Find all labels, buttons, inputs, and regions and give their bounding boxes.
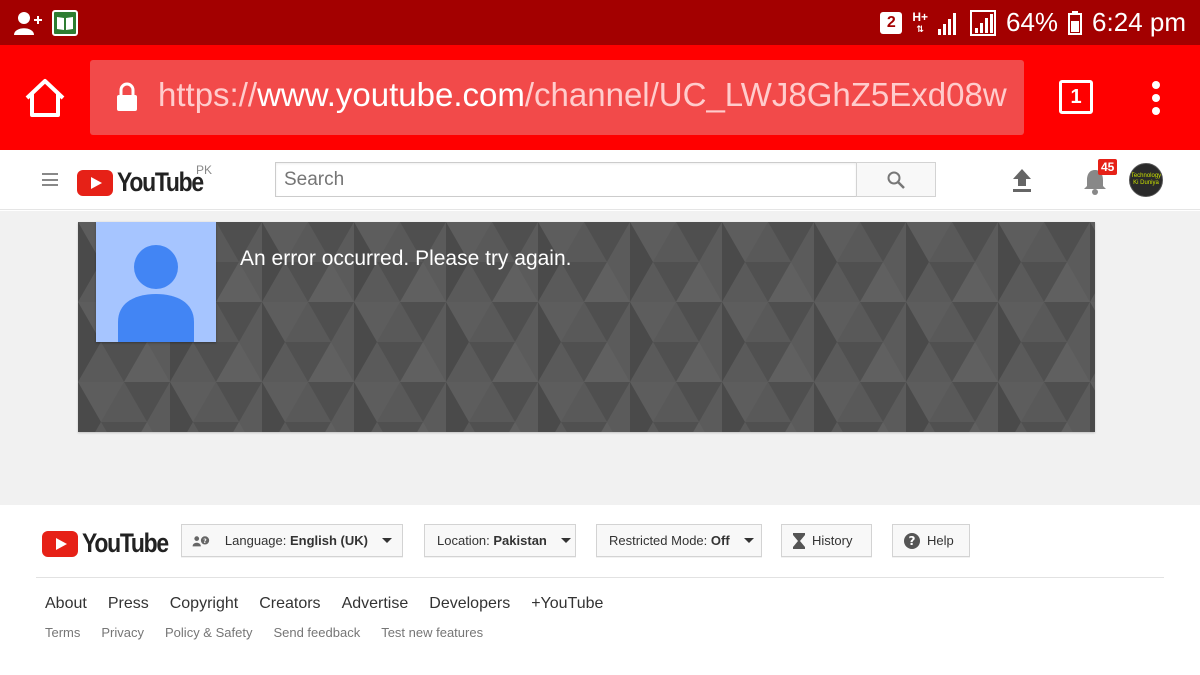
- add-contact-icon: [14, 11, 42, 35]
- status-right-icons: 2 H+ ⇅ 64% 6:24 pm: [880, 7, 1186, 38]
- history-button[interactable]: History: [781, 524, 872, 557]
- default-user-icon: [118, 245, 194, 342]
- youtube-header: YouTube PK 45 Technology Ki Duniya: [0, 150, 1200, 210]
- search-icon: [887, 171, 905, 189]
- notification-count-badge: 45: [1098, 159, 1118, 175]
- footer-link-creators[interactable]: Creators: [259, 595, 320, 613]
- footer-link-terms[interactable]: Terms: [45, 625, 80, 640]
- avatar-text-line2: Ki Duniya: [1133, 180, 1159, 186]
- footer-link-copyright[interactable]: Copyright: [170, 595, 238, 613]
- footer-link-advertise[interactable]: Advertise: [342, 595, 409, 613]
- language-icon: ?: [192, 535, 210, 546]
- footer-primary-links: About Press Copyright Creators Advertise…: [45, 595, 603, 613]
- language-button[interactable]: ? Language: English (UK): [181, 524, 403, 557]
- address-bar[interactable]: https://www.youtube.com/channel/UC_LWJ8G…: [90, 60, 1024, 135]
- battery-icon: [1068, 10, 1083, 35]
- language-caret-icon: [382, 538, 392, 543]
- home-icon[interactable]: [24, 78, 66, 118]
- footer-link-about[interactable]: About: [45, 595, 87, 613]
- help-icon: ?: [904, 532, 920, 549]
- restricted-mode-caret-icon: [743, 538, 754, 543]
- browser-menu-icon[interactable]: [1149, 81, 1163, 115]
- country-code: PK: [196, 163, 213, 177]
- network-type-icon: H+ ⇅: [912, 9, 928, 34]
- footer-link-send-feedback[interactable]: Send feedback: [273, 625, 360, 640]
- footer-link-press[interactable]: Press: [108, 595, 149, 613]
- banner-pattern: [78, 222, 1095, 432]
- error-message: An error occurred. Please try again.: [240, 247, 572, 270]
- search-input[interactable]: [275, 162, 857, 197]
- channel-page: An error occurred. Please try again.: [0, 211, 1200, 505]
- account-avatar[interactable]: Technology Ki Duniya: [1129, 163, 1163, 197]
- youtube-logo-text: YouTube: [117, 167, 204, 197]
- browser-toolbar: https://www.youtube.com/channel/UC_LWJ8G…: [0, 45, 1200, 150]
- hourglass-icon: [793, 532, 805, 549]
- svg-text:?: ?: [203, 538, 207, 544]
- footer-link-plus-youtube[interactable]: +YouTube: [531, 595, 603, 613]
- language-label: Language:: [224, 533, 287, 548]
- tabs-button[interactable]: 1: [1059, 80, 1093, 114]
- channel-avatar[interactable]: [96, 222, 216, 342]
- footer-divider: [36, 577, 1164, 578]
- help-label: Help: [927, 533, 954, 548]
- footer-link-policy-safety[interactable]: Policy & Safety: [165, 625, 252, 640]
- upload-icon[interactable]: [1010, 167, 1034, 193]
- status-bar: 2 H+ ⇅ 64% 6:24 pm: [0, 0, 1200, 45]
- search-button[interactable]: [856, 162, 936, 197]
- book-app-icon: [52, 9, 78, 36]
- battery-percent: 64%: [1006, 7, 1059, 37]
- avatar-text-line1: Technology: [1130, 173, 1162, 179]
- footer: YouTube ? Language: English (UK) Locatio…: [0, 505, 1200, 675]
- svg-text:?: ?: [909, 534, 916, 548]
- footer-youtube-logo[interactable]: YouTube: [42, 528, 183, 559]
- sim-icon: 2: [880, 11, 903, 34]
- youtube-play-icon: [77, 169, 113, 196]
- footer-link-privacy[interactable]: Privacy: [101, 625, 144, 640]
- channel-banner: [78, 222, 1095, 432]
- network-type-label: H+: [912, 9, 928, 24]
- signal-icon-2: [970, 9, 996, 36]
- restricted-mode-button[interactable]: Restricted Mode: Off: [596, 524, 762, 557]
- restricted-mode-label: Restricted Mode:: [609, 533, 708, 548]
- lock-icon: [117, 82, 137, 111]
- footer-link-test-new-features[interactable]: Test new features: [381, 625, 483, 640]
- footer-logo-text: YouTube: [82, 528, 169, 558]
- signal-icon: [938, 12, 956, 35]
- location-caret-icon: [560, 538, 571, 543]
- status-left-icons: [14, 9, 78, 36]
- guide-menu-icon[interactable]: [42, 173, 58, 186]
- history-label: History: [812, 533, 853, 548]
- footer-secondary-links: Terms Privacy Policy & Safety Send feedb…: [45, 625, 483, 640]
- location-label: Location:: [437, 533, 490, 548]
- footer-link-developers[interactable]: Developers: [429, 595, 510, 613]
- location-button[interactable]: Location: Pakistan: [424, 524, 576, 557]
- footer-youtube-play-icon: [42, 530, 78, 557]
- restricted-mode-value: Off: [710, 533, 730, 548]
- url-text: https://www.youtube.com/channel/UC_LWJ8G…: [158, 76, 1007, 114]
- language-value: English (UK): [290, 533, 368, 548]
- clock: 6:24 pm: [1092, 7, 1186, 37]
- location-value: Pakistan: [493, 533, 547, 548]
- url-path: /channel/UC_LWJ8GhZ5Exd08w: [524, 76, 1007, 113]
- url-domain: www.youtube.com: [257, 76, 525, 113]
- url-scheme: https://: [158, 76, 258, 113]
- help-button[interactable]: ? Help: [892, 524, 970, 557]
